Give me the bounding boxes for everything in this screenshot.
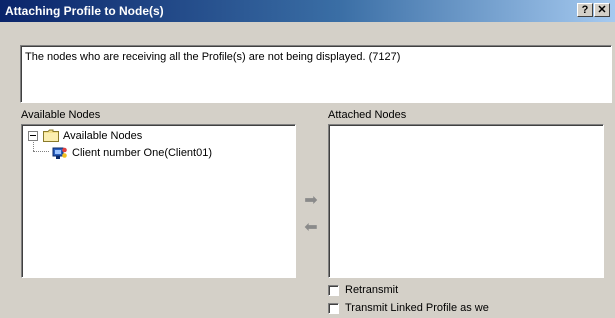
collapse-icon[interactable]: [28, 130, 38, 141]
attached-nodes-label: Attached Nodes: [328, 109, 407, 121]
tree-node-client01[interactable]: Client number One(Client01): [52, 146, 212, 160]
transmit-linked-option[interactable]: Transmit Linked Profile as we: [328, 302, 489, 314]
folder-icon: [43, 129, 59, 142]
tree-connector-line: [33, 151, 49, 152]
attached-nodes-list[interactable]: [328, 124, 604, 278]
retransmit-label: Retransmit: [345, 284, 399, 296]
tree-node-label: Client number One(Client01): [72, 147, 213, 159]
add-node-arrow-icon[interactable]: ➡: [302, 193, 320, 209]
tree-root-node[interactable]: Available Nodes: [28, 129, 142, 142]
tree-root-label: Available Nodes: [63, 129, 143, 142]
client-node-icon: [52, 147, 67, 159]
title-bar: Attaching Profile to Node(s) ? ✕: [0, 0, 615, 22]
close-button[interactable]: ✕: [594, 3, 610, 17]
transmit-linked-checkbox[interactable]: [328, 302, 339, 314]
retransmit-option[interactable]: Retransmit: [328, 284, 398, 296]
message-box: The nodes who are receiving all the Prof…: [20, 45, 612, 103]
retransmit-checkbox[interactable]: [328, 284, 339, 296]
window-title: Attaching Profile to Node(s): [5, 4, 164, 18]
available-nodes-label: Available Nodes: [21, 109, 101, 121]
help-button[interactable]: ?: [577, 3, 593, 17]
available-nodes-tree[interactable]: Available Nodes Client number One(Client…: [21, 124, 296, 278]
message-text: The nodes who are receiving all the Prof…: [25, 51, 401, 63]
remove-node-arrow-icon[interactable]: ⬅: [302, 220, 320, 236]
transmit-linked-label: Transmit Linked Profile as we: [345, 302, 489, 314]
